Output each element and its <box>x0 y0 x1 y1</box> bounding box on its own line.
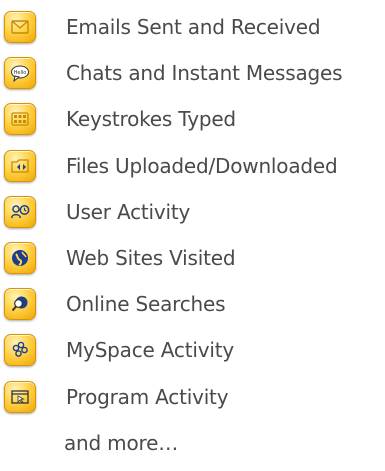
user-clock-icon <box>4 195 36 228</box>
feature-list: Emails Sent and Received Hello Chats and… <box>4 6 384 468</box>
folder-transfer-icon <box>4 149 36 182</box>
feature-label: Chats and Instant Messages <box>66 61 343 86</box>
chat-bubble-text: Hello <box>14 70 27 76</box>
feature-item-online-searches: Online Searches <box>4 283 384 325</box>
feature-label: Keystrokes Typed <box>66 107 236 132</box>
feature-item-myspace: MySpace Activity <box>4 329 384 371</box>
more-label: and more… <box>64 430 178 455</box>
feature-label: Emails Sent and Received <box>66 15 321 39</box>
chat-bubble-icon: Hello <box>4 57 36 90</box>
feature-label: Web Sites Visited <box>66 245 236 270</box>
feature-item-chats: Hello Chats and Instant Messages <box>4 52 384 94</box>
feature-item-web-sites: Web Sites Visited <box>4 237 384 279</box>
feature-label: Files Uploaded/Downloaded <box>66 153 338 178</box>
feature-item-program: Program Activity <box>4 376 384 418</box>
program-window-icon <box>4 380 36 413</box>
feature-label: MySpace Activity <box>66 338 234 363</box>
envelope-icon <box>4 11 36 43</box>
feature-item-user-activity: User Activity <box>4 191 384 233</box>
feature-label: Online Searches <box>66 292 226 317</box>
more-row: and more… <box>4 422 384 464</box>
feature-item-files: Files Uploaded/Downloaded <box>4 145 384 187</box>
people-group-icon <box>4 334 36 367</box>
keyboard-icon <box>4 103 36 136</box>
globe-icon <box>4 241 36 274</box>
feature-item-emails: Emails Sent and Received <box>4 6 384 48</box>
magnifier-globe-icon <box>4 288 36 321</box>
feature-item-keystrokes: Keystrokes Typed <box>4 98 384 140</box>
feature-label: Program Activity <box>66 384 229 409</box>
feature-label: User Activity <box>66 199 191 224</box>
